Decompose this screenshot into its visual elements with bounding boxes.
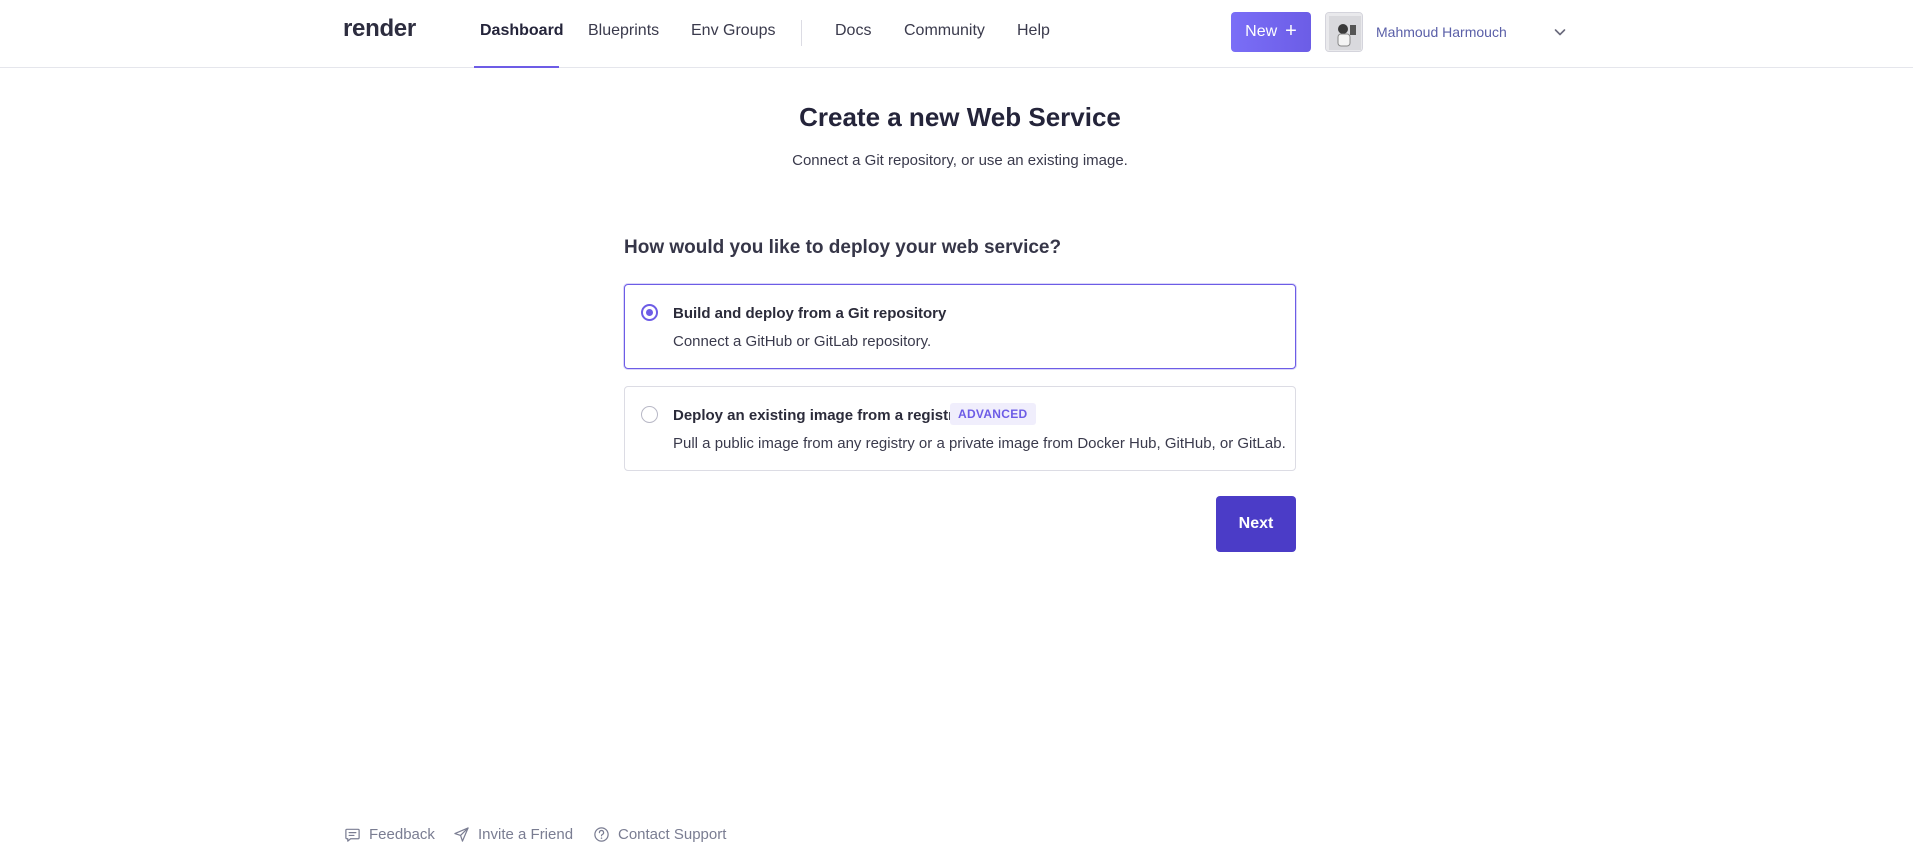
send-icon	[454, 826, 469, 842]
chevron-down-icon[interactable]	[1552, 24, 1568, 40]
nav-divider	[801, 20, 802, 46]
advanced-badge: ADVANCED	[950, 403, 1036, 425]
top-navbar: render Dashboard Blueprints Env Groups D…	[0, 0, 1913, 68]
new-button-label: New	[1245, 23, 1278, 40]
chat-icon	[345, 828, 360, 842]
plus-icon: +	[1285, 20, 1297, 42]
nav-docs[interactable]: Docs	[835, 22, 871, 68]
option-description: Connect a GitHub or GitLab repository.	[673, 333, 932, 350]
nav-help[interactable]: Help	[1017, 22, 1050, 68]
footer-invite-friend[interactable]: Invite a Friend	[453, 824, 573, 844]
page-title-prefix: Create a new	[799, 102, 960, 132]
avatar[interactable]	[1325, 12, 1363, 52]
footer-contact-label: Contact Support	[618, 825, 727, 843]
nav-dashboard[interactable]: Dashboard	[480, 22, 564, 68]
option-existing-image[interactable]: Deploy an existing image from a registry…	[624, 386, 1296, 471]
page-title: Create a new Web Service	[0, 102, 1913, 133]
option-title: Deploy an existing image from a registry	[673, 407, 963, 424]
deploy-question: How would you like to deploy your web se…	[624, 237, 1062, 258]
nav-blueprints[interactable]: Blueprints	[588, 22, 659, 68]
nav-community[interactable]: Community	[904, 22, 985, 68]
footer-contact-support[interactable]: Contact Support	[593, 824, 726, 844]
page-subtitle: Connect a Git repository, or use an exis…	[792, 152, 1128, 169]
option-description: Pull a public image from any registry or…	[673, 435, 1286, 452]
page-title-strong: Web Service	[966, 102, 1121, 132]
radio-existing-image[interactable]	[641, 406, 658, 423]
footer-feedback[interactable]: Feedback	[344, 824, 435, 844]
nav-env-groups[interactable]: Env Groups	[691, 22, 775, 68]
new-button[interactable]: New +	[1231, 12, 1311, 52]
footer-feedback-label: Feedback	[369, 825, 435, 843]
user-name[interactable]: Mahmoud Harmouch	[1376, 24, 1507, 40]
nav-active-indicator	[474, 66, 559, 68]
footer-invite-label: Invite a Friend	[478, 825, 574, 843]
question-icon	[594, 826, 609, 842]
radio-git-repository[interactable]	[641, 304, 658, 321]
option-git-repository[interactable]: Build and deploy from a Git repository C…	[624, 284, 1296, 369]
render-logo[interactable]: render	[343, 15, 416, 43]
avatar-image	[1326, 13, 1362, 51]
next-button[interactable]: Next	[1216, 496, 1296, 552]
option-title: Build and deploy from a Git repository	[673, 305, 947, 322]
